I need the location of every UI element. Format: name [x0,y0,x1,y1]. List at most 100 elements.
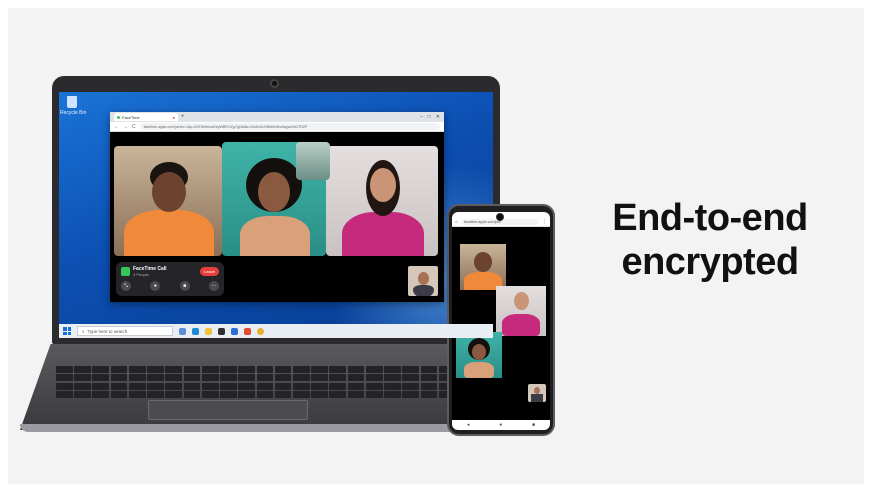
keyboard-key [420,374,438,382]
keyboard-key [311,374,328,382]
forward-button[interactable]: → [123,124,128,130]
keyboard-key [220,374,237,382]
keyboard-key [238,366,256,373]
keyboard-key [402,366,420,373]
keyboard-key [256,382,274,390]
keyboard-key [365,366,383,373]
more-options-button[interactable]: ⋯ [208,281,219,291]
keyboard-key [56,374,73,382]
keyboard-key [402,374,420,382]
taskbar-search-box[interactable]: ⌕ Type here to search [77,326,173,336]
chrome-icon[interactable] [257,327,264,335]
phone-self-view[interactable] [528,384,546,402]
task-view-icon[interactable] [179,327,186,335]
window-controls: – □ ✕ [420,114,444,120]
keyboard-key [110,382,128,390]
home-icon[interactable]: ⌂ [455,219,458,225]
browser-tab-strip: FaceTime ● + – □ ✕ [110,112,444,122]
keyboard-key [147,374,164,382]
keyboard-key [292,391,310,398]
keyboard-key [147,366,164,373]
keyboard-key [201,366,219,373]
keyboard-key [147,391,164,398]
close-window-button[interactable]: ✕ [436,114,440,120]
keyboard-key [274,374,292,382]
back-button[interactable]: ← [114,124,119,130]
keyboard-key [420,391,438,398]
keyboard-key [74,391,91,398]
keyboard-key [183,366,201,373]
keyboard-key [110,374,128,382]
keyboard-key [329,382,347,390]
keyboard-key [220,366,237,373]
maximize-button[interactable]: □ [428,114,431,120]
keyboard-key [420,366,438,373]
windows-start-icon[interactable] [63,327,71,335]
keyboard-key [128,382,146,390]
keyboard-key [365,382,383,390]
keyboard-key [347,391,365,398]
leave-button[interactable]: Leave [200,267,219,276]
keyboard-key [56,391,73,398]
edge-browser-icon[interactable] [192,327,199,335]
camera-toggle-button[interactable]: ■ [179,281,190,291]
keyboard-key [384,382,401,390]
file-explorer-icon[interactable] [205,327,212,335]
keyboard-key [201,382,219,390]
participant-tile[interactable] [326,146,438,256]
tab-recording-icon[interactable]: ● [173,115,175,120]
keyboard-key [274,391,292,398]
keyboard-key [402,382,420,390]
office-icon[interactable] [244,327,251,335]
participant-tile-small[interactable] [296,142,330,180]
keyboard-key [347,382,365,390]
back-nav-button[interactable]: ◂ [467,422,470,428]
call-participants: 4 People [133,272,149,277]
keyboard-key [238,382,256,390]
browser-tab-facetime[interactable]: FaceTime ● [114,113,178,121]
keyboard-key [110,366,128,373]
headline: End-to-end encrypted [590,196,830,284]
keyboard-key [238,374,256,382]
home-nav-button[interactable]: ● [499,422,502,428]
menu-icon[interactable]: ⋮ [542,219,547,225]
keyboard-key [329,391,347,398]
keyboard-key [347,366,365,373]
keyboard-key [110,391,128,398]
keyboard-key [56,382,73,390]
laptop-keyboard [56,366,492,398]
participant-tile[interactable] [114,146,222,256]
browser-window: FaceTime ● + – □ ✕ ← → C facetime.apple.… [110,112,444,302]
keyboard-key [420,382,438,390]
keyboard-key [402,391,420,398]
recents-nav-button[interactable]: ■ [532,422,535,428]
recycle-bin-label: Recycle Bin [60,110,87,116]
new-tab-button[interactable]: + [181,114,185,120]
phone-participant-tile[interactable] [496,286,546,336]
mail-icon[interactable] [231,327,238,335]
keyboard-key [292,374,310,382]
phone-participant-tile[interactable] [460,244,506,290]
keyboard-key [183,382,201,390]
keyboard-key [311,382,328,390]
keyboard-key [311,366,328,373]
keyboard-key [183,391,201,398]
keyboard-key [201,374,219,382]
address-bar[interactable]: facetime.apple.com/join#v=1&p=ZHOMHecwEe… [139,123,440,130]
phone-participant-tile[interactable] [456,332,502,378]
recycle-bin-icon[interactable] [65,96,79,110]
browser-tab-title: FaceTime [122,114,140,120]
keyboard-key [201,391,219,398]
store-icon[interactable] [218,327,225,335]
keyboard-key [220,382,237,390]
keyboard-key [128,366,146,373]
effects-button[interactable]: ⤡ [121,281,131,291]
mute-mic-button[interactable]: ● [150,281,161,291]
minimize-button[interactable]: – [420,114,423,120]
headline-line-2: encrypted [621,241,799,283]
self-view-tile[interactable] [408,266,438,296]
reload-button[interactable]: C [132,124,136,130]
keyboard-key [256,374,274,382]
keyboard-key [165,391,183,398]
taskbar-search-placeholder: Type here to search [87,328,128,334]
